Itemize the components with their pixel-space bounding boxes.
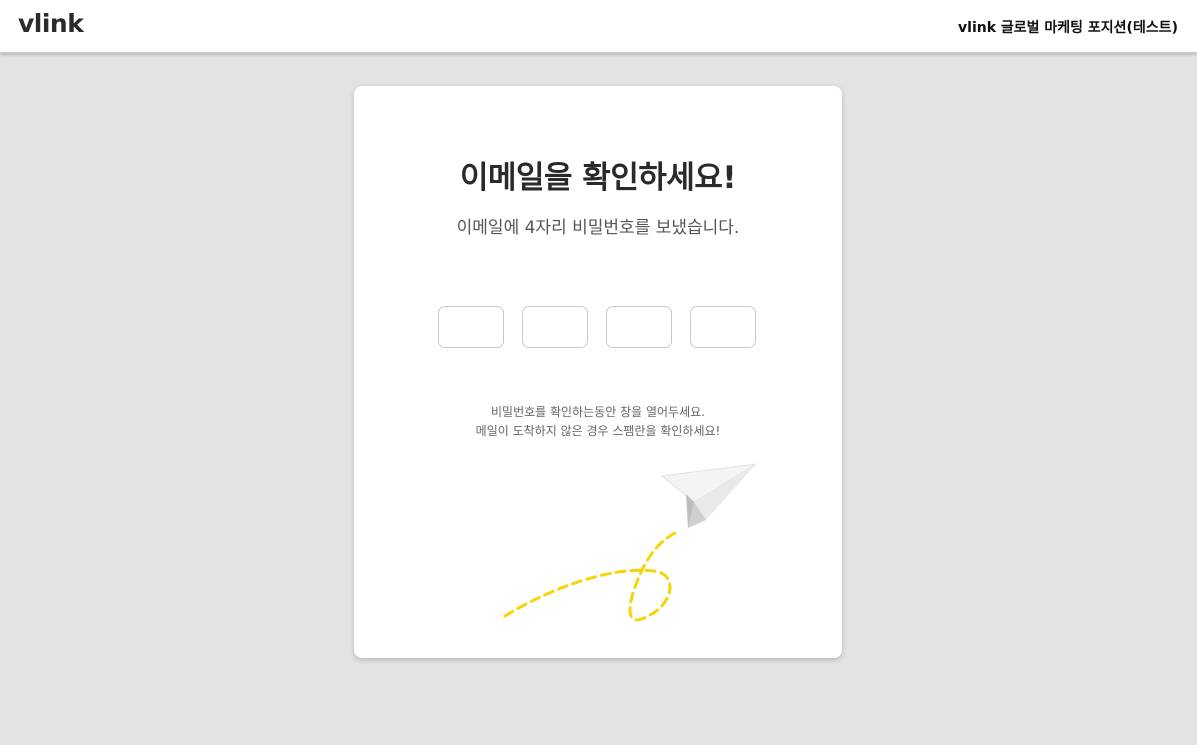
code-digit-3-input[interactable] xyxy=(606,306,672,348)
flight-trail xyxy=(503,529,681,622)
code-digit-2-input[interactable] xyxy=(522,306,588,348)
paper-plane xyxy=(660,463,757,528)
top-bar: vlink vlink 글로벌 마케팅 포지션(테스트) xyxy=(0,0,1197,53)
vlink-logo[interactable]: vlink xyxy=(18,9,84,38)
page-title: 이메일을 확인하세요! xyxy=(459,160,737,196)
paper-plane-icon xyxy=(503,463,757,622)
help-text-check-spam: 메일이 도착하지 않은 경우 스팸란을 확인하세요! xyxy=(475,424,721,438)
verification-card: 이메일을 확인하세요! 이메일에 4자리 비밀번호를 보냈습니다. 비밀번호를 … xyxy=(354,86,842,658)
page-subtitle: 이메일에 4자리 비밀번호를 보냈습니다. xyxy=(456,218,740,238)
code-input-group xyxy=(438,306,758,350)
code-digit-1-input[interactable] xyxy=(438,306,504,348)
help-text-keep-open: 비밀번호를 확인하는동안 창을 열어두세요. xyxy=(491,405,705,419)
position-title: vlink 글로벌 마케팅 포지션(테스트) xyxy=(958,20,1178,36)
code-digit-4-input[interactable] xyxy=(690,306,756,348)
paper-plane-illustration xyxy=(494,456,774,626)
